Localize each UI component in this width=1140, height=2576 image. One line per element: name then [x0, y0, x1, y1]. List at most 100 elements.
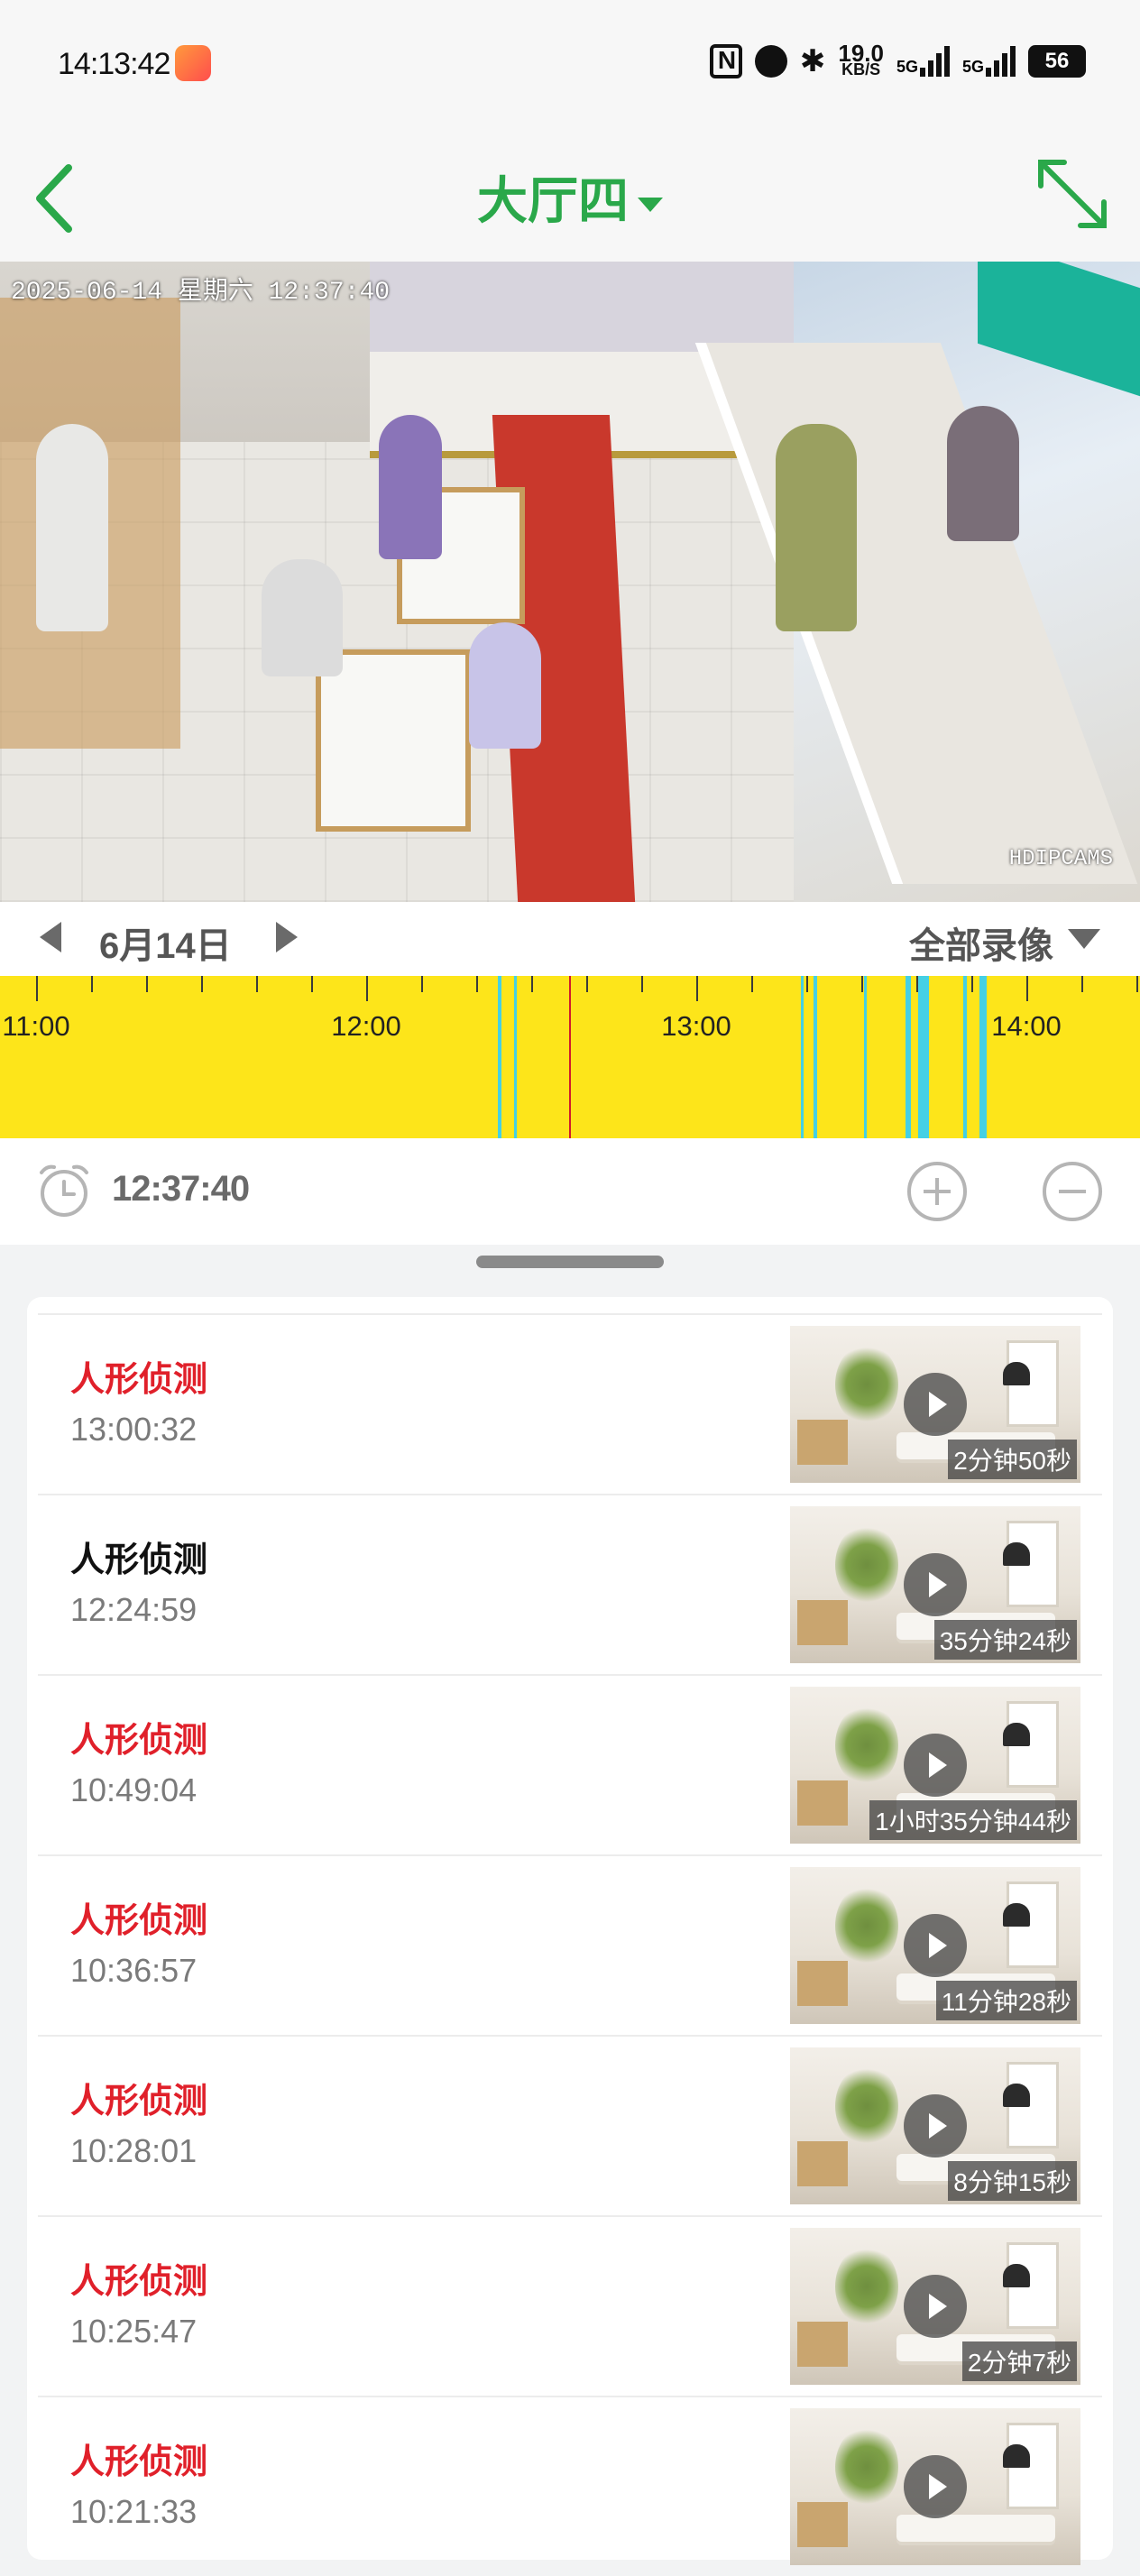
play-icon[interactable]: [904, 2455, 967, 2518]
battery-level: 56: [1044, 49, 1070, 73]
timeline-tick: [201, 976, 203, 992]
timeline-tick: [311, 976, 313, 992]
alarm-clock-icon: [40, 1164, 88, 1217]
event-list-item[interactable]: 人形侦测 10:36:57 11分钟28秒: [38, 1854, 1102, 2035]
signal-sim1-icon: 5G: [896, 46, 950, 77]
play-icon[interactable]: [904, 1914, 967, 1977]
selected-date[interactable]: 6月14日: [99, 916, 232, 969]
thumbnail-cabinet: [797, 2322, 848, 2367]
thumbnail-lamp: [1003, 1542, 1030, 1566]
date-navigation: 6月14日 全部录像: [0, 902, 1140, 976]
recording-segment: [963, 976, 967, 1138]
next-day-button[interactable]: [276, 922, 298, 952]
event-thumbnail[interactable]: 1小时35分钟44秒: [790, 1687, 1080, 1844]
zoom-in-button[interactable]: [907, 1162, 967, 1221]
event-duration: 2分钟7秒: [961, 2341, 1077, 2381]
current-playback-time: 12:37:40: [112, 1169, 250, 1209]
thumbnail-plant: [835, 1344, 898, 1425]
previous-day-button[interactable]: [40, 922, 61, 952]
play-icon[interactable]: [904, 1734, 967, 1797]
timeline-tick: [861, 976, 863, 992]
timeline-tick: [256, 976, 258, 992]
event-duration: 11分钟28秒: [935, 1981, 1077, 2020]
thumbnail-cabinet: [797, 1600, 848, 1645]
event-thumbnail[interactable]: 2分钟50秒: [790, 1326, 1080, 1483]
recording-segment: [906, 976, 911, 1138]
timeline-hour-label: 11:00: [2, 1010, 70, 1042]
event-duration: 2分钟50秒: [948, 1440, 1077, 1479]
thumbnail-sofa: [896, 2515, 1055, 2542]
event-list-item[interactable]: 人形侦测 10:21:33: [38, 2396, 1102, 2576]
play-icon[interactable]: [904, 2275, 967, 2338]
event-thumbnail[interactable]: 2分钟7秒: [790, 2228, 1080, 2385]
recording-segment: [514, 976, 517, 1138]
timeline-playhead[interactable]: [569, 976, 571, 1138]
filter-caret-icon[interactable]: [1068, 929, 1100, 949]
event-time: 10:36:57: [70, 1952, 198, 1989]
timeline-tick: [531, 976, 533, 992]
play-icon[interactable]: [904, 1373, 967, 1436]
battery-icon: 56: [1028, 45, 1086, 78]
network-speed-unit: KB/S: [841, 60, 881, 78]
timeline-tick: [916, 976, 918, 992]
video-person: [947, 406, 1019, 541]
event-thumbnail[interactable]: [790, 2408, 1080, 2565]
timeline-tick: [1136, 976, 1138, 992]
recording-segment: [979, 976, 987, 1138]
zoom-out-button[interactable]: [1043, 1162, 1102, 1221]
thumbnail-lamp: [1003, 1903, 1030, 1927]
timeline-tick: [36, 976, 38, 1001]
status-bar: 14:13:42 ✱ 19.0 KB/S 5G 5G 56: [0, 0, 1140, 135]
video-person: [262, 559, 343, 676]
event-list-item[interactable]: 人形侦测 13:00:32 2分钟50秒: [38, 1313, 1102, 1494]
play-icon[interactable]: [904, 1553, 967, 1616]
dropdown-caret-icon: [638, 198, 663, 213]
thumbnail-plant: [835, 1705, 898, 1786]
event-thumbnail[interactable]: 11分钟28秒: [790, 1867, 1080, 2024]
panel-drag-handle[interactable]: [476, 1256, 664, 1268]
thumbnail-lamp: [1003, 1362, 1030, 1385]
camera-selector[interactable]: 大厅四: [0, 161, 1140, 234]
thumbnail-cabinet: [797, 1961, 848, 2006]
event-list-item[interactable]: 人形侦测 10:28:01 8分钟15秒: [38, 2035, 1102, 2215]
event-list-item[interactable]: 人形侦测 10:49:04 1小时35分钟44秒: [38, 1674, 1102, 1854]
event-time: 10:28:01: [70, 2132, 198, 2169]
thumbnail-plant: [835, 1524, 898, 1605]
timeline-tick: [641, 976, 643, 992]
event-time: 12:24:59: [70, 1591, 198, 1628]
signal-sim2-icon: 5G: [962, 46, 1016, 77]
timeline-hour-label: 13:00: [661, 1010, 731, 1042]
thumbnail-lamp: [1003, 2444, 1030, 2468]
video-person: [379, 415, 442, 559]
event-thumbnail[interactable]: 8分钟15秒: [790, 2047, 1080, 2204]
page-title: 大厅四: [477, 172, 629, 229]
event-list-item[interactable]: 人形侦测 10:25:47 2分钟7秒: [38, 2215, 1102, 2396]
fullscreen-button[interactable]: [1032, 153, 1113, 235]
alarm-icon: [754, 45, 787, 78]
play-icon[interactable]: [904, 2094, 967, 2157]
thumbnail-lamp: [1003, 1723, 1030, 1746]
app-header: 大厅四: [0, 135, 1140, 262]
video-player[interactable]: 2025-06-14 星期六 12:37:40 HDIPCAMS: [0, 262, 1140, 902]
status-icons: ✱ 19.0 KB/S 5G 5G 56: [709, 40, 1086, 79]
event-duration: 35分钟24秒: [933, 1620, 1077, 1660]
event-title: 人形侦测: [70, 2443, 208, 2481]
event-list-item[interactable]: 人形侦测 12:24:59 35分钟24秒: [38, 1494, 1102, 1674]
recording-timeline[interactable]: 11:00 12:00 13:00 14:00: [0, 976, 1140, 1138]
event-time: 13:00:32: [70, 1411, 198, 1448]
timeline-tick: [586, 976, 588, 992]
event-thumbnail[interactable]: 35分钟24秒: [790, 1506, 1080, 1663]
thumbnail-plant: [835, 2426, 898, 2507]
thumbnail-plant: [835, 2246, 898, 2327]
recording-segment: [864, 976, 867, 1138]
thumbnail-lamp: [1003, 2084, 1030, 2107]
recording-filter[interactable]: 全部录像: [909, 916, 1053, 969]
event-duration: 8分钟15秒: [948, 2161, 1077, 2201]
network-speed-value: 19.0: [838, 40, 884, 67]
timeline-tick: [971, 976, 973, 992]
playback-time-row: 12:37:40: [0, 1138, 1140, 1245]
timeline-tick: [91, 976, 93, 992]
event-duration: 1小时35分钟44秒: [869, 1800, 1077, 1840]
thumbnail-plant: [835, 2065, 898, 2147]
sim2-network-type: 5G: [961, 58, 984, 76]
